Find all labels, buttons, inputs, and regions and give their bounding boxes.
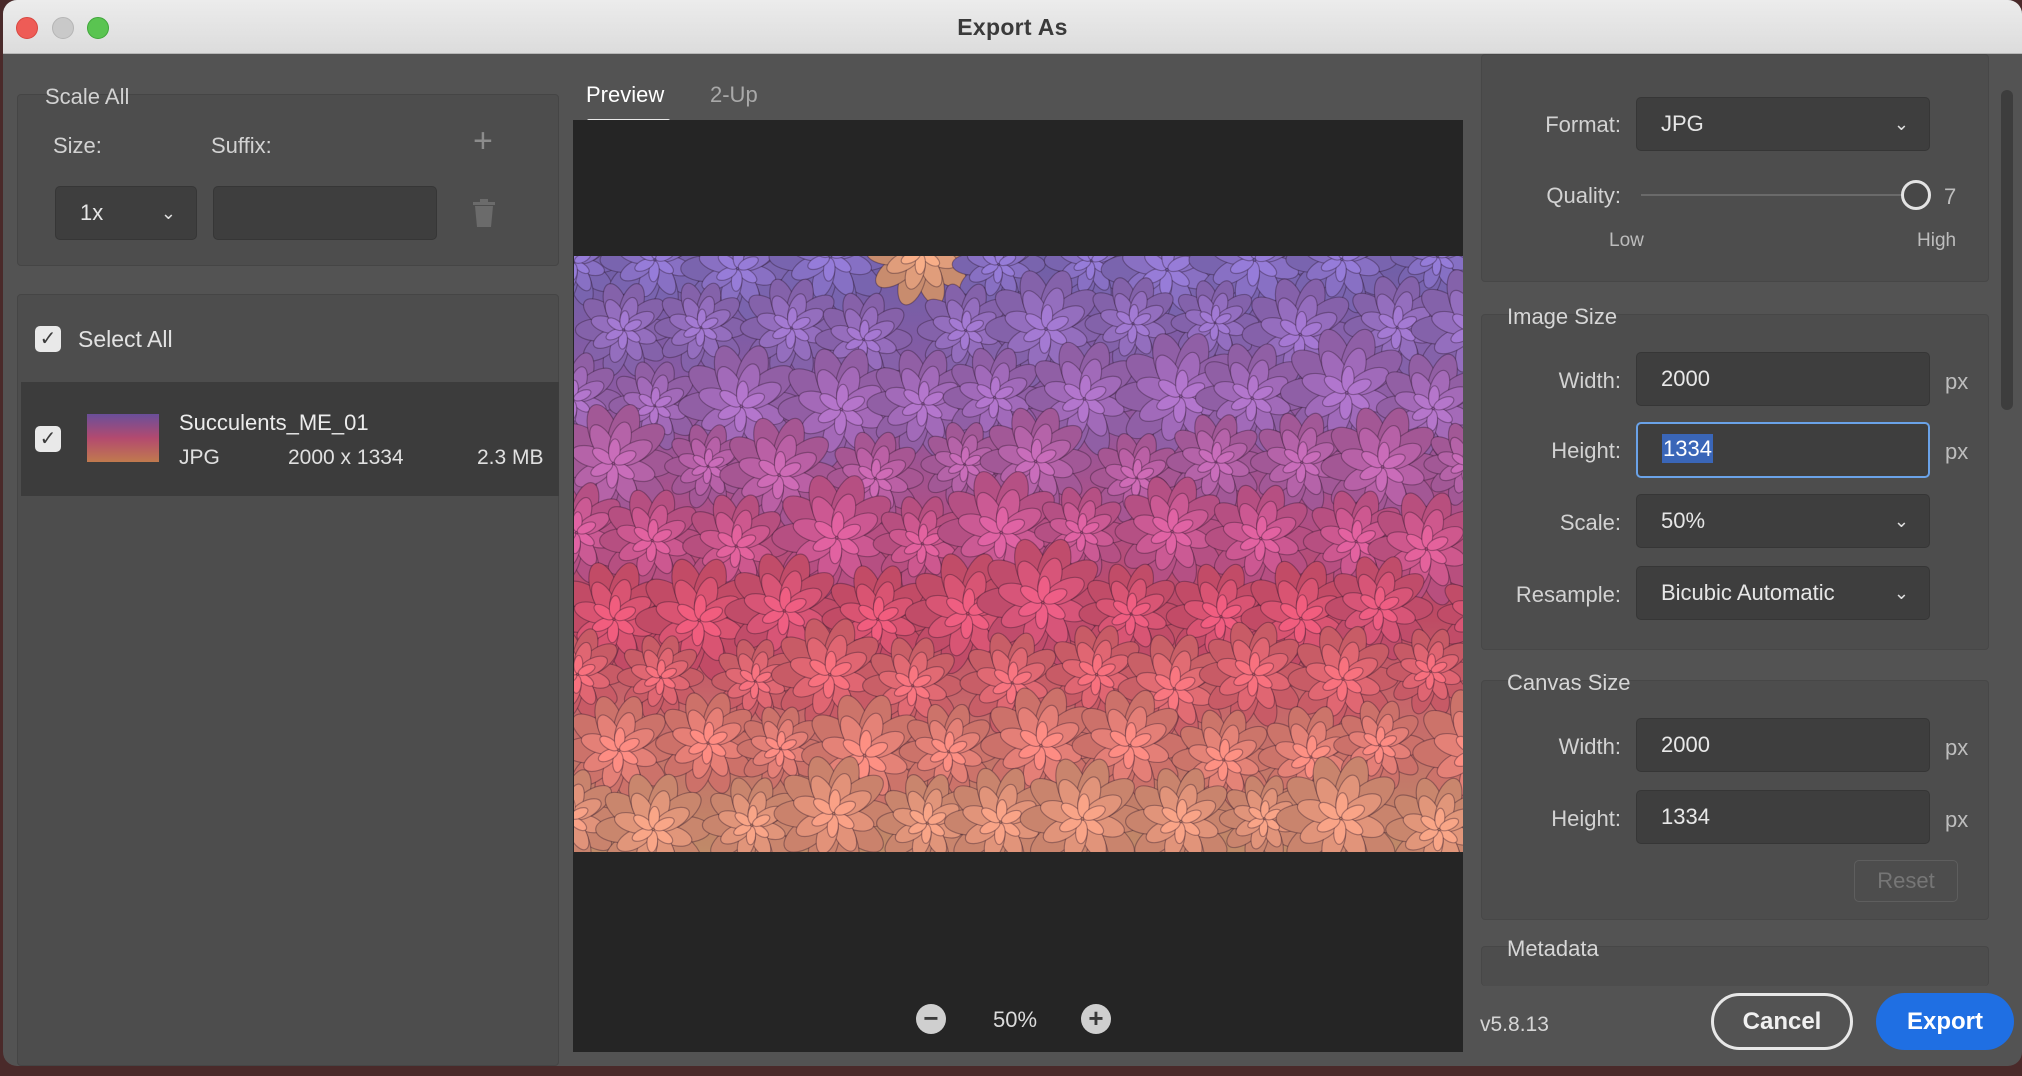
cancel-button[interactable]: Cancel: [1711, 993, 1853, 1050]
metadata-title: Metadata: [1507, 936, 1599, 961]
quality-low-label: Low: [1609, 230, 1644, 251]
format-label: Format:: [1545, 112, 1621, 137]
zoom-level: 50%: [993, 1007, 1038, 1032]
chevron-down-icon: ⌄: [1893, 583, 1909, 603]
reset-button[interactable]: Reset: [1854, 860, 1958, 902]
format-select[interactable]: JPG ⌄: [1636, 97, 1930, 151]
file-list-item[interactable]: ✓ Succulents_ME_01 JPG 2000 x 1334 2.3 M…: [21, 382, 559, 496]
tab-preview[interactable]: Preview: [586, 82, 664, 108]
scale-select-value: 50%: [1661, 508, 1706, 533]
format-select-value: JPG: [1661, 111, 1704, 136]
canvas-width-input[interactable]: 2000: [1636, 718, 1930, 772]
canvas-height-label: Height:: [1551, 806, 1621, 831]
file-settings-panel: [1481, 54, 1989, 282]
canvas-width-label: Width:: [1558, 734, 1621, 759]
image-width-unit: px: [1945, 369, 1969, 394]
chevron-down-icon: ⌄: [160, 203, 176, 223]
file-dimensions: 2000 x 1334: [288, 446, 404, 469]
title-bar: Export As: [3, 0, 2022, 54]
image-height-unit: px: [1945, 439, 1969, 464]
quality-value: 7: [1944, 184, 1957, 209]
resample-select-value: Bicubic Automatic: [1661, 580, 1835, 605]
file-checkbox[interactable]: ✓: [35, 426, 61, 452]
chevron-down-icon: ⌄: [1893, 114, 1909, 134]
preview-image: [574, 256, 1463, 852]
suffix-input[interactable]: [213, 186, 437, 240]
select-all-checkbox[interactable]: ✓: [35, 326, 61, 352]
file-format: JPG: [179, 446, 220, 469]
zoom-in-button[interactable]: +: [1081, 1004, 1111, 1034]
trash-icon[interactable]: [471, 198, 497, 233]
quality-slider-handle[interactable]: [1901, 180, 1931, 210]
size-select-value: 1x: [80, 200, 104, 225]
scale-all-title: Scale All: [45, 84, 130, 109]
quality-high-label: High: [1917, 230, 1957, 251]
zoom-out-button[interactable]: −: [916, 1004, 946, 1034]
quality-label: Quality:: [1546, 183, 1621, 208]
chevron-down-icon: ⌄: [1893, 511, 1909, 531]
file-name: Succulents_ME_01: [179, 410, 369, 435]
version-label: v5.8.13: [1480, 1013, 1549, 1036]
image-size-title: Image Size: [1507, 304, 1618, 329]
canvas-size-title: Canvas Size: [1507, 670, 1631, 695]
tab-2-up[interactable]: 2-Up: [710, 82, 758, 108]
canvas-width-unit: px: [1945, 735, 1969, 760]
window-title: Export As: [957, 14, 1068, 40]
scale-select[interactable]: 50% ⌄: [1636, 494, 1930, 548]
settings-scrollbar[interactable]: [2001, 90, 2013, 410]
select-all-label: Select All: [78, 326, 173, 352]
resample-label: Resample:: [1515, 582, 1621, 607]
size-label: Size:: [53, 133, 102, 158]
export-button[interactable]: Export: [1876, 993, 2014, 1050]
resample-select[interactable]: Bicubic Automatic ⌄: [1636, 566, 1930, 620]
scale-all-panel: [17, 94, 559, 266]
image-height-label: Height:: [1551, 438, 1621, 463]
file-thumbnail: [87, 414, 159, 462]
image-width-label: Width:: [1558, 368, 1621, 393]
suffix-label: Suffix:: [211, 133, 272, 158]
quality-slider-track[interactable]: [1641, 194, 1915, 196]
add-scale-button[interactable]: +: [473, 122, 493, 161]
image-height-selected-text: 1334: [1662, 434, 1713, 463]
export-as-dialog: Export As Scale All Size: Suffix: + 1x ⌄…: [3, 0, 2022, 1066]
succulent-pattern: [574, 256, 1463, 852]
size-select[interactable]: 1x ⌄: [55, 186, 197, 240]
file-size: 2.3 MB: [477, 446, 544, 469]
image-width-input[interactable]: 2000: [1636, 352, 1930, 406]
canvas-height-unit: px: [1945, 807, 1969, 832]
canvas-height-input[interactable]: 1334: [1636, 790, 1930, 844]
scale-label: Scale:: [1559, 510, 1621, 535]
image-height-input[interactable]: 1334: [1636, 422, 1930, 478]
